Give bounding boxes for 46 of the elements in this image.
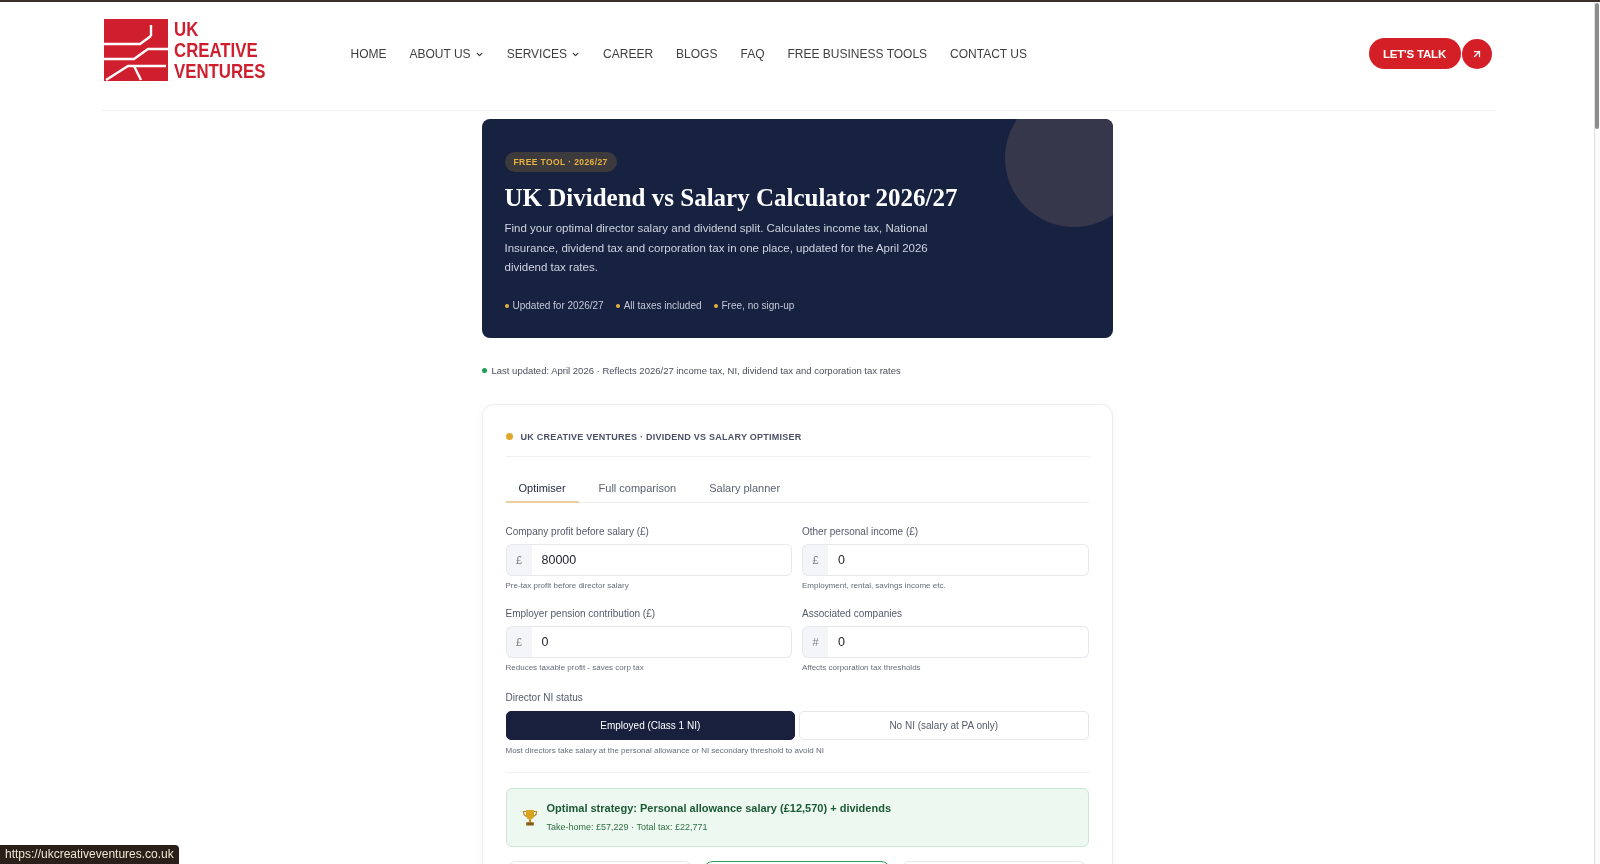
field-label: Other personal income (£) [802,525,920,538]
bullet-dot-icon [615,303,620,308]
logo-mark[interactable] [103,18,168,81]
tab[interactable]: Salary planner [696,473,794,503]
scrollbar-thumb[interactable] [1595,3,1599,129]
nav-link[interactable]: ABOUT US [409,47,484,61]
nav-link[interactable]: CONTACT US [950,47,1027,61]
scrollbar[interactable] [1594,2,1600,864]
field-label: Director NI status [505,691,584,704]
logo-wordmark[interactable]: UK CREATIVE VENTURES [173,18,265,81]
result-title: Optimal strategy: Personal allowance salary (£12,570) + dividends [546,801,891,815]
field-hint: Employment, rental, savings income etc. [802,580,947,591]
nav-link[interactable]: FREE BUSINESS TOOLS [787,47,928,61]
nav-link[interactable]: SERVICES [506,47,581,61]
page-title: UK Dividend vs Salary Calculator 2026/27 [504,183,959,213]
calculator-heading: UK CREATIVE VENTURES · DIVIDEND VS SALARY OPTIMISER [520,430,802,444]
tool-badge: FREE TOOL · 2026/27 [504,152,617,172]
status-dot-icon [481,368,487,373]
result-summary: Take-home: £57,229 · Total tax: £22,771 [546,822,708,833]
field-label: Company profit before salary (£) [505,525,650,538]
tab[interactable]: Optimiser [505,473,579,503]
field-label: Associated companies [802,607,904,620]
intro-paragraph: Find your optimal director salary and dividend split. Calculates income tax, National Insurance, dividend tax and corporation tax in one place, updated for the April 2026 dividend tax rates. [504,221,929,275]
dot-icon [505,433,513,440]
status-url: https://ukcreativeventures.co.uk [0,845,179,864]
arrow-button[interactable] [1461,38,1492,69]
nav-link[interactable]: CAREER [603,47,654,61]
toggle-option[interactable]: No NI (salary at PA only) [799,710,1089,740]
feature-text: Updated for 2026/27 [512,299,604,312]
field-hint: Pre-tax profit before director salary [505,580,630,591]
field-label: Employer pension contribution (£) [505,607,657,620]
lets-talk-button[interactable]: LET'S TALK [1368,38,1461,69]
field-hint: Affects corporation tax thresholds [802,662,922,673]
bullet-dot-icon [504,303,509,308]
feature-text: Free, no sign-up [721,299,795,312]
nav-link[interactable]: BLOGS [676,47,718,61]
field-hint: Reduces taxable profit - saves corp tax [505,662,645,673]
nav-link[interactable]: FAQ [740,47,765,61]
feature-text: All taxes included [623,299,702,312]
nav-link[interactable]: HOME [350,47,387,61]
bullet-dot-icon [713,303,718,308]
field-hint: Most directors take salary at the personal allowance or NI secondary threshold to avoid NI [505,745,825,756]
trophy-icon [521,808,538,826]
tab[interactable]: Full comparison [585,473,690,503]
last-updated-note: Last updated: April 2026 · Reflects 2026/27 income tax, NI, dividend tax and corporation tax rates [491,364,901,377]
toggle-option[interactable]: Employed (Class 1 NI) [505,710,795,740]
